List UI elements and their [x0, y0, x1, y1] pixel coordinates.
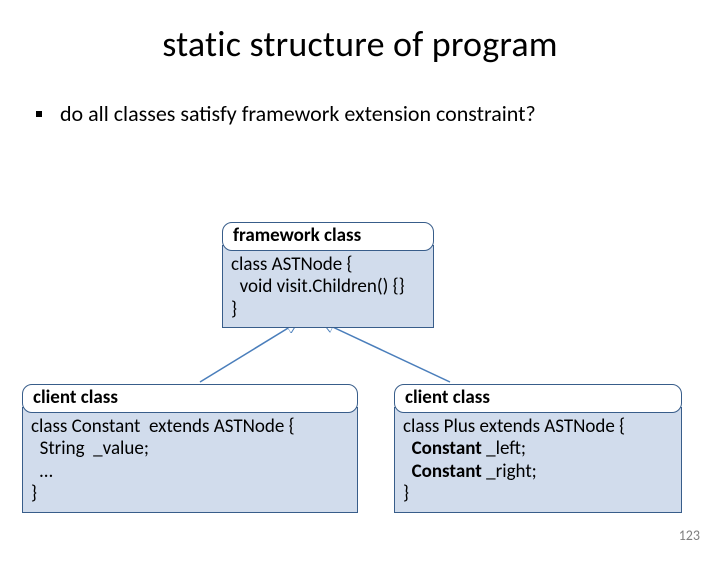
code-line: } — [31, 482, 37, 505]
framework-class-box: framework class class ASTNode { void vis… — [222, 222, 434, 328]
bullet-item: do all classes satisfy framework extensi… — [36, 100, 720, 127]
code-line: } — [403, 482, 409, 505]
framework-label: framework class — [222, 222, 434, 251]
client-right-label: client class — [394, 384, 682, 413]
code-line: class Plus extends ASTNode { — [403, 415, 625, 438]
slide-title: static structure of program — [0, 22, 720, 66]
client-right-code: class Plus extends ASTNode { Constant _l… — [394, 407, 682, 513]
client-left-label: client class — [22, 384, 358, 413]
page-number: 123 — [679, 527, 700, 544]
code-line: String _value; — [31, 437, 149, 460]
framework-code: class ASTNode { void visit.Children() {}… — [222, 245, 434, 328]
slide: static structure of program do all class… — [0, 22, 720, 562]
bullet-text: do all classes satisfy framework extensi… — [60, 100, 536, 127]
bullet-dot-icon — [36, 111, 42, 117]
code-line: Constant _left; — [403, 437, 526, 460]
client-left-code: class Constant extends ASTNode { String … — [22, 407, 358, 513]
client-class-left-box: client class class Constant extends ASTN… — [22, 384, 358, 513]
code-line: … — [31, 460, 53, 483]
client-class-right-box: client class class Plus extends ASTNode … — [394, 384, 682, 513]
code-line: class Constant extends ASTNode { — [31, 415, 295, 438]
code-line: Constant _right; — [403, 460, 537, 483]
